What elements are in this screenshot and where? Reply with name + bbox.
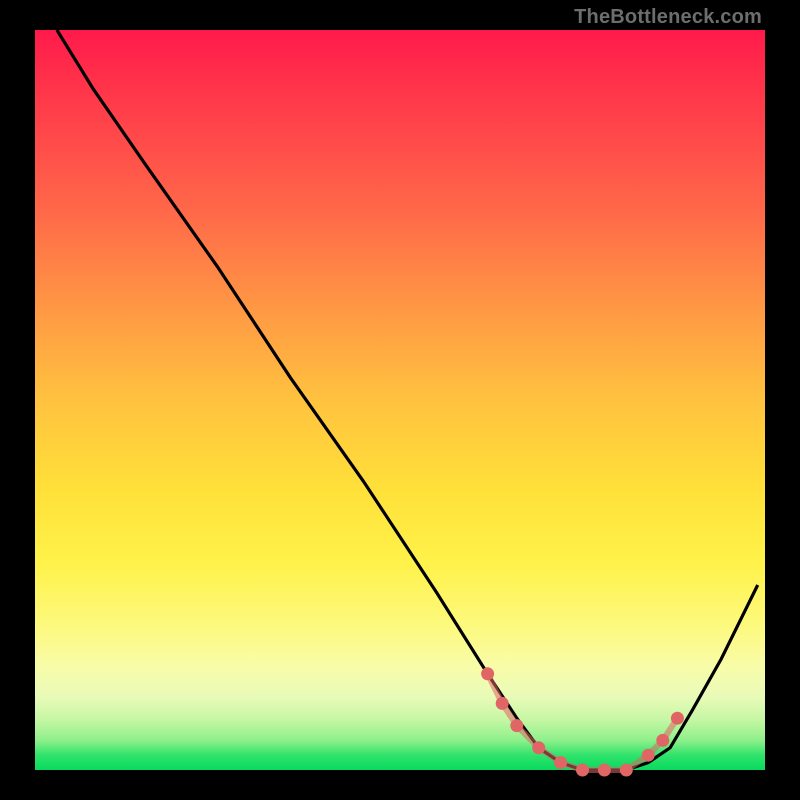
- attribution-label: TheBottleneck.com: [574, 6, 762, 29]
- bottleneck-curve: [57, 30, 758, 770]
- curve-svg: [35, 30, 765, 770]
- marker-dot: [671, 712, 684, 725]
- plot-area: [35, 30, 765, 770]
- chart-frame: TheBottleneck.com: [0, 0, 800, 800]
